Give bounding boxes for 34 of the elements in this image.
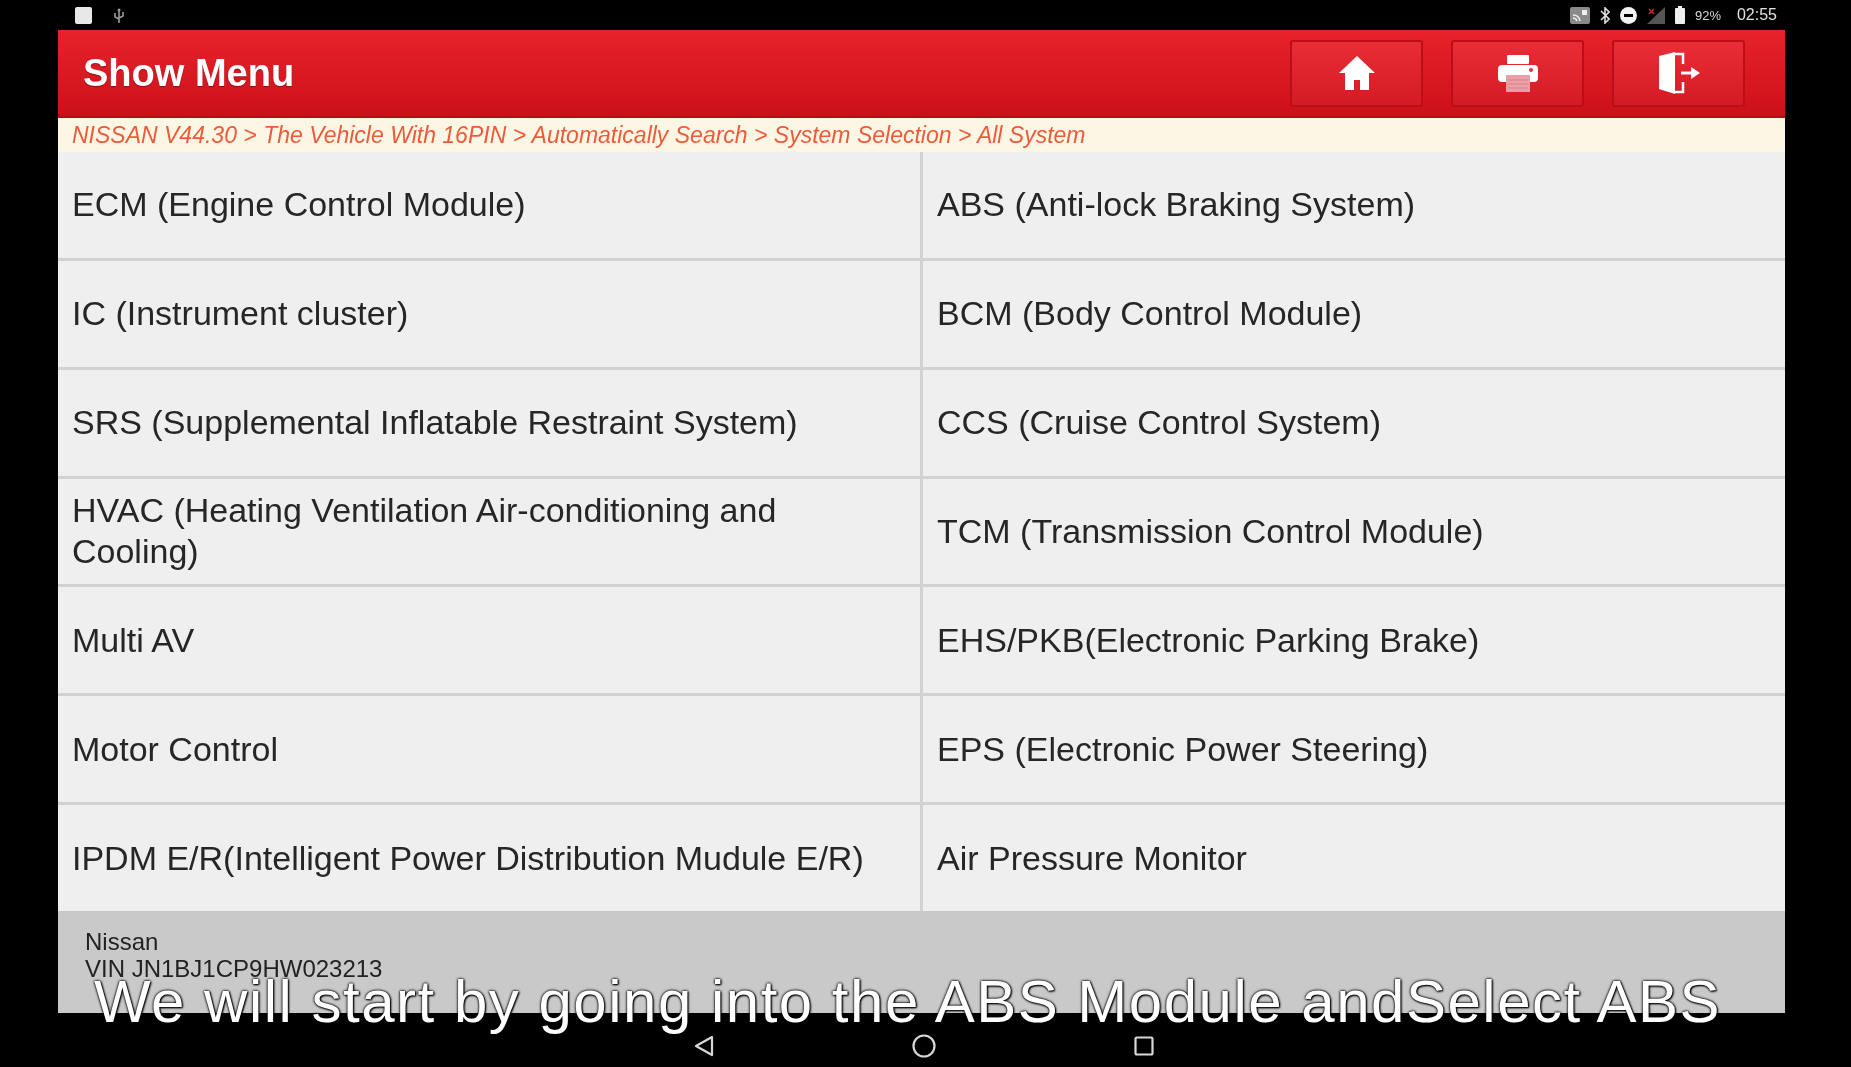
system-item[interactable]: SRS (Supplemental Inflatable Restraint System) bbox=[58, 369, 920, 476]
system-item[interactable]: IPDM E/R(Intelligent Power Distribution Mudule E/R) bbox=[58, 805, 920, 911]
page-title: Show Menu bbox=[83, 54, 295, 92]
notification-square-icon bbox=[75, 6, 92, 24]
battery-percentage: 92% bbox=[1694, 8, 1721, 22]
system-item[interactable]: Air Pressure Monitor bbox=[923, 805, 1785, 911]
system-item[interactable]: TCM (Transmission Control Module) bbox=[923, 478, 1785, 585]
vehicle-make: Nissan bbox=[85, 928, 159, 955]
home-circle-icon bbox=[912, 1034, 936, 1058]
do-not-disturb-icon bbox=[1619, 6, 1637, 24]
system-item[interactable]: BCM (Body Control Module) bbox=[923, 260, 1785, 367]
recents-square-icon bbox=[1134, 1036, 1154, 1056]
system-item[interactable]: EHS/PKB(Electronic Parking Brake) bbox=[923, 587, 1785, 694]
clock-time: 02:55 bbox=[1736, 7, 1777, 23]
system-item[interactable]: ECM (Engine Control Module) bbox=[58, 152, 920, 258]
exit-door-icon bbox=[1656, 52, 1701, 94]
signal-icon bbox=[1646, 6, 1665, 24]
battery-icon bbox=[1674, 6, 1685, 24]
cast-icon bbox=[1569, 6, 1590, 24]
system-item[interactable]: CCS (Cruise Control System) bbox=[923, 369, 1785, 476]
system-item[interactable]: Multi AV bbox=[58, 587, 920, 694]
printer-icon bbox=[1496, 53, 1539, 93]
home-button[interactable] bbox=[1290, 39, 1423, 107]
exit-button[interactable] bbox=[1612, 39, 1745, 107]
system-item[interactable]: ABS (Anti-lock Braking System) bbox=[923, 152, 1785, 258]
usb-icon bbox=[112, 7, 126, 23]
back-triangle-icon bbox=[694, 1035, 714, 1057]
system-item[interactable]: HVAC (Heating Ventilation Air-conditioning and Cooling) bbox=[58, 478, 920, 585]
bluetooth-icon bbox=[1599, 6, 1610, 24]
breadcrumb-path: NISSAN V44.30 > The Vehicle With 16PIN > Automatically Search > System Selection > All System bbox=[72, 123, 1086, 147]
system-item[interactable]: IC (Instrument cluster) bbox=[58, 260, 920, 367]
system-item[interactable]: Motor Control bbox=[58, 696, 920, 803]
print-button[interactable] bbox=[1451, 39, 1584, 107]
system-item[interactable]: EPS (Electronic Power Steering) bbox=[923, 696, 1785, 803]
